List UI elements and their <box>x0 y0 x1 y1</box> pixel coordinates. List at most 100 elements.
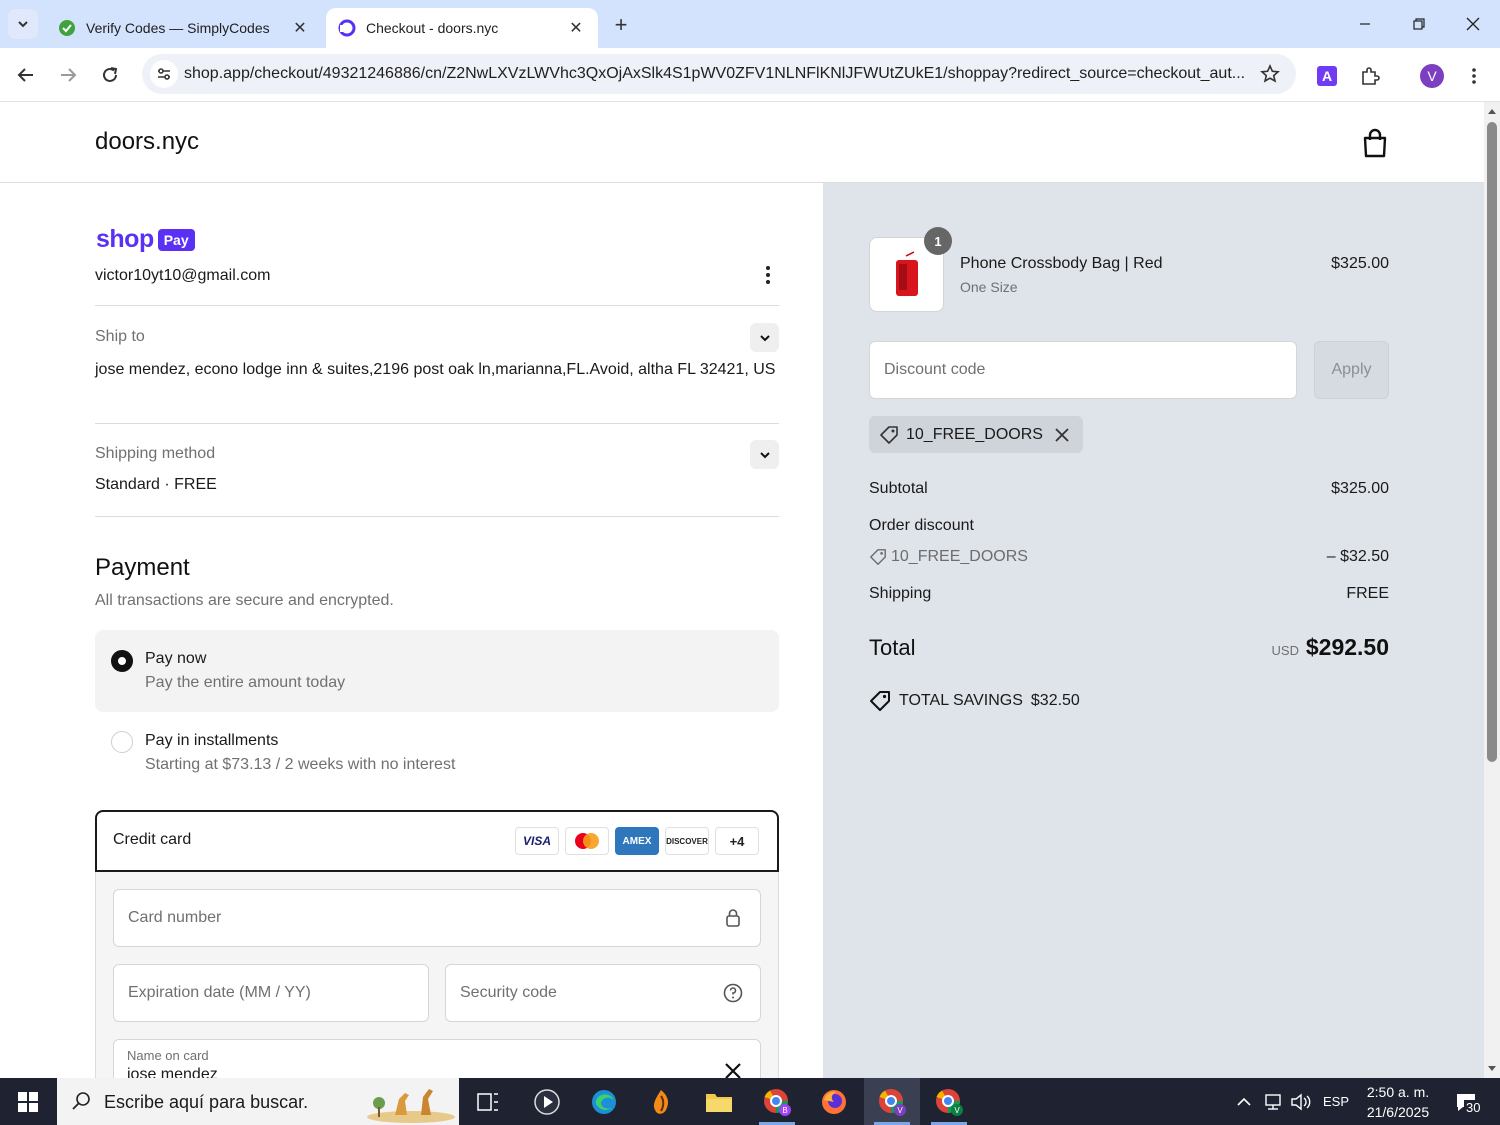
network-icon[interactable] <box>1260 1078 1286 1125</box>
windows-logo-icon <box>18 1091 38 1112</box>
card-number-field[interactable]: Card number <box>113 889 761 947</box>
show-hidden-icons-chevron-icon[interactable] <box>1232 1078 1256 1125</box>
extensions-puzzle-icon[interactable] <box>1356 62 1384 90</box>
svg-text:V: V <box>954 1106 960 1115</box>
shop-pay-logo: shop Pay <box>96 225 195 254</box>
chrome-profile-v2-app-icon[interactable]: V <box>921 1078 977 1125</box>
profile-avatar[interactable]: V <box>1418 62 1446 90</box>
tab-checkout[interactable]: Checkout - doors.nyc ✕ <box>326 8 598 48</box>
close-window-button[interactable] <box>1446 0 1500 48</box>
site-settings-icon[interactable] <box>150 60 178 88</box>
chrome-profile-b-app-icon[interactable]: B <box>749 1078 805 1125</box>
reload-icon <box>103 67 118 82</box>
total-value: $292.50 <box>1305 634 1389 660</box>
shop-favicon-icon <box>338 19 356 37</box>
svg-text:A: A <box>1322 68 1332 84</box>
start-button[interactable] <box>0 1078 56 1125</box>
bookmark-star-icon[interactable] <box>1258 62 1282 86</box>
pay-now-radio[interactable] <box>111 650 133 672</box>
account-menu-icon[interactable] <box>756 263 780 287</box>
ship-to-expand-button[interactable] <box>750 323 779 352</box>
tag-icon <box>879 425 899 445</box>
browser-tab-strip: Verify Codes — SimplyCodes ✕ Checkout - … <box>0 0 1500 48</box>
pay-installments-title[interactable]: Pay in installments <box>145 732 278 750</box>
lock-icon <box>722 907 744 929</box>
shopping-bag-icon[interactable] <box>1362 128 1388 158</box>
page-scrollbar[interactable] <box>1484 102 1500 1078</box>
back-button[interactable] <box>10 59 42 91</box>
clear-field-icon[interactable] <box>722 1060 744 1078</box>
shipping-method-value: Standard · FREE <box>95 476 217 493</box>
clock-time: 2:50 a. m. <box>1366 1084 1430 1100</box>
tab-title: Verify Codes — SimplyCodes <box>86 20 270 36</box>
subtotal-label: Subtotal <box>869 480 928 497</box>
security-code-placeholder: Security code <box>460 984 557 1001</box>
arrow-right-icon <box>61 68 77 82</box>
chevron-down-icon <box>18 21 28 28</box>
input-language[interactable]: ESP <box>1318 1078 1354 1125</box>
simplycodes-favicon-icon <box>58 19 76 37</box>
visa-logo-icon: VISA <box>515 827 559 855</box>
search-highlight-giraffe-icon <box>367 1089 455 1123</box>
scroll-up-arrow-icon <box>1488 109 1496 114</box>
remove-discount-icon[interactable] <box>1053 426 1071 444</box>
edge-browser-app-icon[interactable] <box>576 1078 632 1125</box>
new-tab-button[interactable]: + <box>606 10 636 40</box>
store-name[interactable]: doors.nyc <box>95 128 199 156</box>
fl-studio-app-icon[interactable] <box>633 1078 689 1125</box>
url-text[interactable]: shop.app/checkout/49321246886/cn/Z2NwLXV… <box>184 54 1244 94</box>
pay-installments-subtitle: Starting at $73.13 / 2 weeks with no int… <box>145 756 456 773</box>
search-icon <box>72 1092 90 1110</box>
discount-code-input[interactable]: Discount code <box>869 341 1297 399</box>
pay-now-title: Pay now <box>145 650 207 667</box>
credit-card-option[interactable]: Credit card VISA AMEX DISCOVER +4 <box>95 810 779 872</box>
credit-card-label: Credit card <box>113 831 192 848</box>
order-discount-label: Order discount <box>869 517 974 534</box>
total-savings: TOTAL SAVINGS $32.50 <box>869 690 1080 712</box>
divider <box>95 305 779 306</box>
tab-simplycodes[interactable]: Verify Codes — SimplyCodes ✕ <box>46 8 322 48</box>
taskbar-search-box[interactable]: Escribe aquí para buscar. <box>57 1078 459 1125</box>
card-brand-logos: VISA AMEX DISCOVER +4 <box>515 827 759 855</box>
system-clock[interactable]: 2:50 a. m. 21/6/2025 <box>1358 1082 1438 1122</box>
tab-title: Checkout - doors.nyc <box>366 20 499 36</box>
forward-button[interactable] <box>52 59 84 91</box>
security-code-field[interactable]: Security code <box>445 964 761 1022</box>
scroll-down-arrow-icon <box>1488 1066 1496 1071</box>
discount-value: – $32.50 <box>1326 548 1389 565</box>
minimize-button[interactable] <box>1338 0 1392 48</box>
name-on-card-field[interactable]: Name on card jose mendez <box>113 1039 761 1078</box>
discount-code-line: 10_FREE_DOORS <box>891 548 1028 565</box>
discount-code-placeholder: Discount code <box>884 361 986 378</box>
expiration-date-field[interactable]: Expiration date (MM / YY) <box>113 964 429 1022</box>
address-bar[interactable]: shop.app/checkout/49321246886/cn/Z2NwLXV… <box>142 54 1296 94</box>
volume-icon[interactable] <box>1288 1078 1314 1125</box>
task-view-icon[interactable] <box>460 1078 516 1125</box>
pay-installments-radio[interactable] <box>111 731 133 753</box>
pay-now-option[interactable] <box>95 630 779 712</box>
tab-search-button[interactable] <box>8 9 38 39</box>
apply-discount-button[interactable]: Apply <box>1314 341 1389 399</box>
firefox-app-icon[interactable] <box>806 1078 862 1125</box>
notification-count: 30 <box>1464 1100 1483 1115</box>
clock-date: 21/6/2025 <box>1366 1104 1430 1120</box>
help-icon[interactable] <box>722 982 744 1004</box>
close-tab-icon[interactable]: ✕ <box>290 18 310 38</box>
scrollbar-thumb[interactable] <box>1487 122 1497 762</box>
notifications-button[interactable]: 30 <box>1446 1078 1486 1125</box>
restore-button[interactable] <box>1392 0 1446 48</box>
reload-button[interactable] <box>94 59 126 91</box>
total-currency: USD <box>1271 643 1299 658</box>
browser-menu-icon[interactable] <box>1460 62 1488 90</box>
windows-taskbar: Escribe aquí para buscar. B V V ESP 2:50… <box>0 1078 1500 1125</box>
extension-a-icon[interactable]: A <box>1313 62 1341 90</box>
applied-discount-code: 10_FREE_DOORS <box>906 425 1043 443</box>
shipping-method-expand-button[interactable] <box>750 440 779 469</box>
close-tab-icon[interactable]: ✕ <box>566 18 586 38</box>
file-explorer-app-icon[interactable] <box>691 1078 747 1125</box>
media-player-app-icon[interactable] <box>519 1078 575 1125</box>
payment-subtitle: All transactions are secure and encrypte… <box>95 592 394 609</box>
chrome-profile-v-active-app-icon[interactable]: V <box>864 1078 920 1125</box>
tag-icon <box>869 548 887 566</box>
divider <box>95 423 779 424</box>
